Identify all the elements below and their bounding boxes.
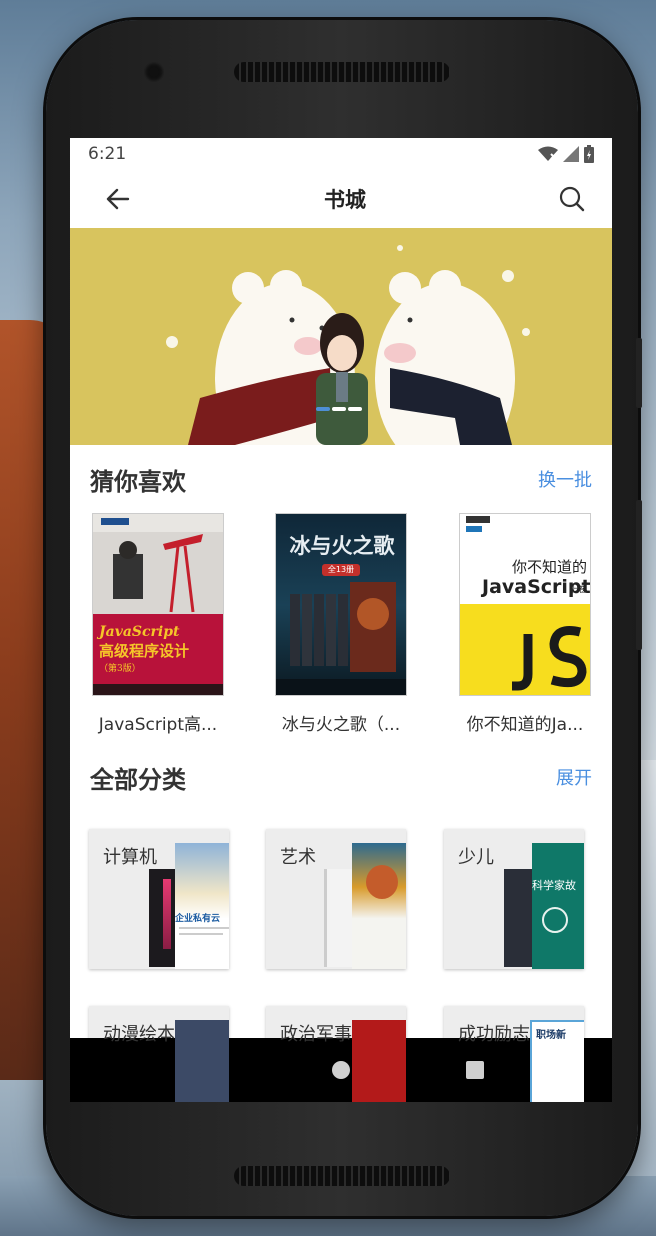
nav-recents-icon [466,1061,484,1079]
signal-icon [563,146,579,162]
search-icon [559,186,585,212]
category-cover-front: 企业私有云 [175,843,229,969]
cover-title: 冰与火之歌 [289,534,395,558]
banner-dot [348,407,362,411]
nav-home-icon [332,1061,350,1079]
recommend-title: 猜你喜欢 [90,467,186,496]
cover-subtitle: 全13册 [327,565,355,574]
volume-button [636,500,642,650]
back-button[interactable] [104,185,132,213]
category-cover-text: 职场新 [536,1030,566,1041]
category-name: 动漫绘本 [103,1024,175,1045]
battery-icon [584,145,594,163]
book-cover-ice-fire: 冰与火之歌 全13册 [275,513,407,696]
banner-indicator [316,407,362,411]
book-cover-javascript: JavaScript 高级程序设计 （第3版） [92,513,224,696]
banner-dot-active [316,407,330,411]
category-name: 成功励志 [458,1024,530,1045]
category-kids[interactable]: 少儿 科学家故 [444,829,584,969]
category-cover-front: 科学家故 [532,843,584,969]
power-button [636,338,642,408]
category-cover-text: 企业私有云 [175,914,221,924]
book-card[interactable]: 你不知道的 JavaScript 上卷 你不知道的Ja... [455,513,595,735]
recommend-header: 猜你喜欢 换一批 [90,459,592,499]
app-screen: 6:21 书城 猜你喜欢 换一批 JavaScript 高级程序设计 （第3版）… [70,138,612,1102]
category-name: 少儿 [458,847,494,868]
top-speaker [234,62,450,82]
book-title: 你不知道的Ja... [466,715,584,735]
category-cover-text: 科学家故 [532,879,576,892]
category-cover-front: 职场新 [530,1020,584,1102]
page-title: 书城 [324,188,366,212]
search-button[interactable] [558,185,586,213]
category-cover-front [352,843,406,969]
category-name: 计算机 [103,847,157,868]
banner-carousel[interactable] [70,228,612,445]
cover-edition: 上卷 [570,585,586,594]
banner-illustration [70,228,612,445]
banner-dot [332,407,346,411]
back-arrow-icon [106,188,130,210]
category-name: 政治军事 [280,1024,352,1045]
app-toolbar: 书城 [70,170,612,228]
book-title: 冰与火之歌（... [281,715,401,735]
cover-subtitle: 高级程序设计 [99,642,190,660]
refresh-button[interactable]: 换一批 [538,466,592,492]
categories-title: 全部分类 [90,765,186,794]
book-cover-ydkjs: 你不知道的 JavaScript 上卷 [459,513,591,696]
cover-title: 你不知道的 [512,558,588,576]
categories-header: 全部分类 展开 [90,757,592,797]
book-card[interactable]: 冰与火之歌 全13册 冰与火之歌（... [271,513,411,735]
category-cover-front [352,1020,406,1102]
status-icons [538,145,594,163]
book-card[interactable]: JavaScript 高级程序设计 （第3版） JavaScript高... [88,513,228,735]
expand-button[interactable]: 展开 [556,764,592,790]
cover-art [460,514,590,695]
book-title: JavaScript高... [98,715,218,735]
category-cover-front [175,1020,229,1102]
front-camera [144,62,164,82]
cover-edition: （第3版） [99,664,141,674]
status-time: 6:21 [88,144,127,164]
nav-recents-button[interactable] [455,1050,495,1090]
status-bar: 6:21 [70,138,612,170]
bottom-speaker [234,1166,450,1186]
category-art[interactable]: 艺术 [266,829,406,969]
category-name: 艺术 [280,847,316,868]
cover-title: JavaScript [99,624,180,640]
category-computer[interactable]: 计算机 企业私有云 [89,829,229,969]
wifi-icon [538,146,558,161]
